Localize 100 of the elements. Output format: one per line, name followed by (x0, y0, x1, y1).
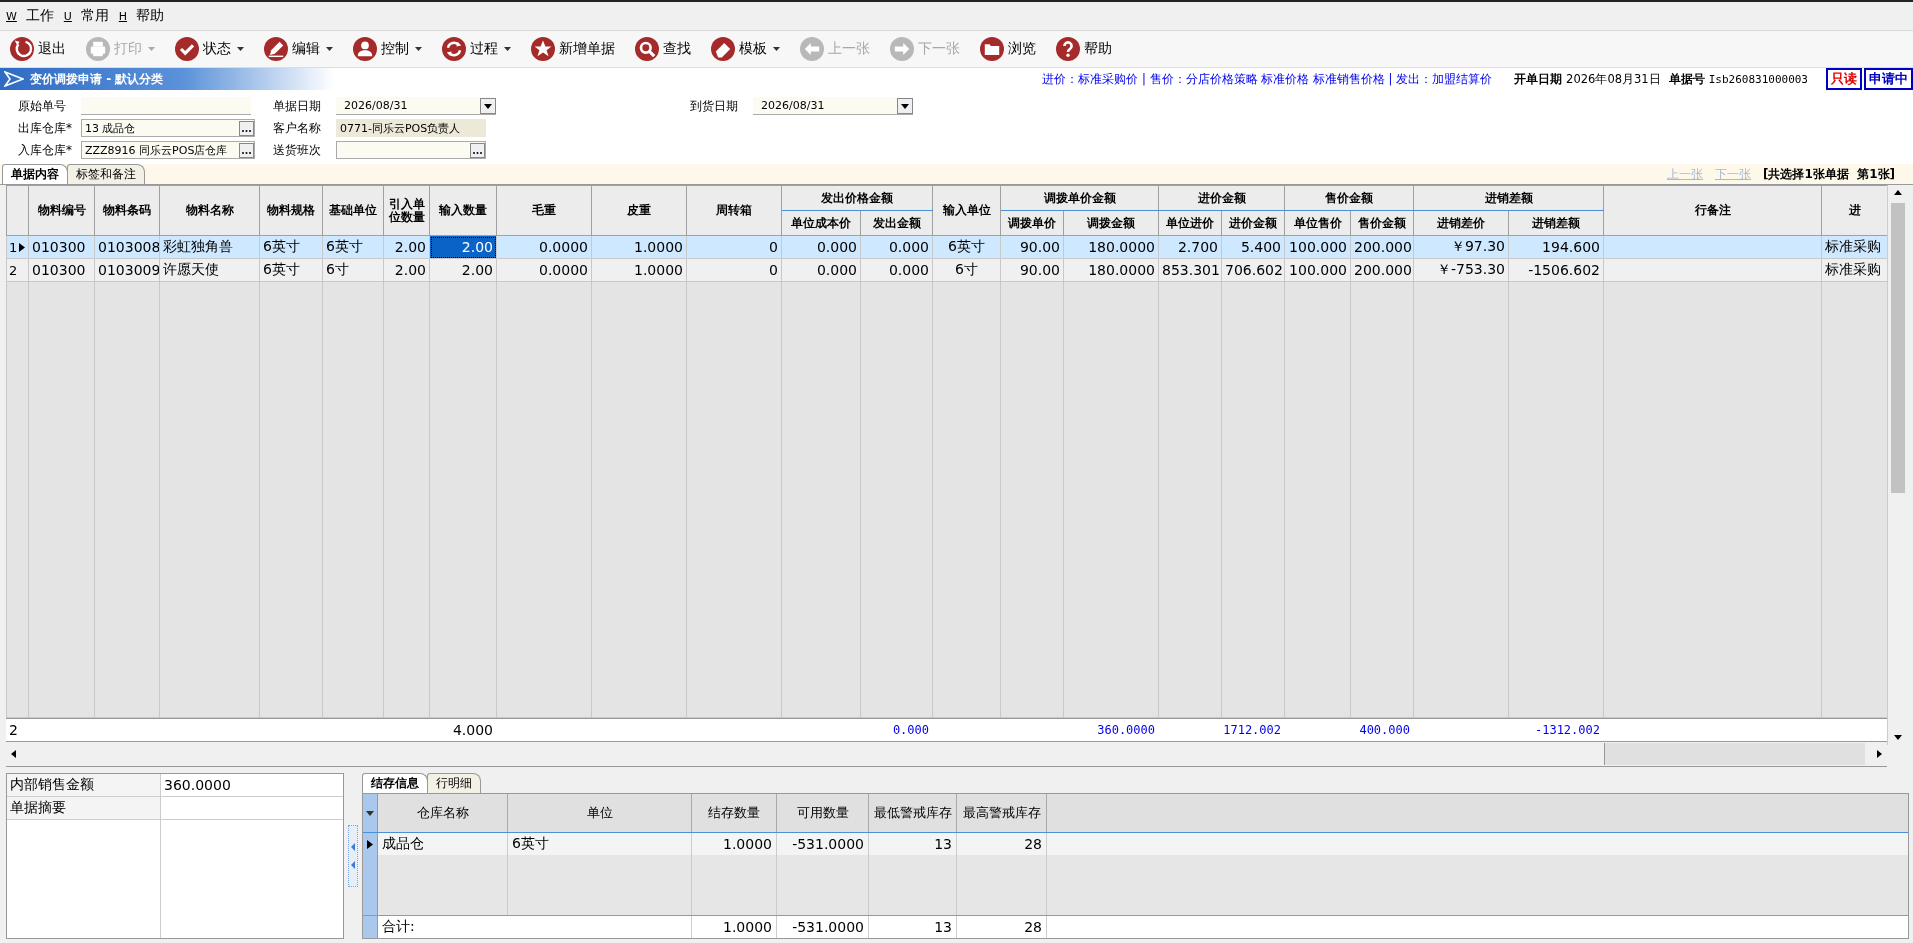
tab[interactable]: 标签和备注 (67, 164, 145, 184)
column-header[interactable]: 周转箱 (686, 185, 782, 236)
toolbar-button[interactable]: 控制 (349, 35, 426, 63)
table-cell: 0.000 (816, 262, 857, 278)
column-header[interactable]: 调拨金额 (1063, 210, 1159, 236)
field-label: 出库仓库* (18, 119, 73, 137)
scroll-right-icon[interactable] (1875, 749, 1883, 759)
caret-icon (773, 47, 780, 51)
table-cell: 2.00 (461, 239, 493, 255)
summary-value: 360.0000 (164, 777, 231, 793)
table-cell: 成品仓 (382, 835, 424, 853)
total-cell: 400.000 (1359, 723, 1410, 738)
column-header[interactable]: 皮重 (591, 185, 687, 236)
table-cell: 706.602 (1225, 262, 1283, 278)
lookup-field[interactable] (336, 141, 486, 159)
toolbar-button[interactable]: 状态 (171, 35, 248, 63)
toolbar-button[interactable]: 查找 (631, 35, 695, 63)
table-cell: 0 (769, 262, 778, 278)
column-header[interactable]: 可用数量 (796, 806, 849, 820)
total-cell: -1312.002 (1534, 723, 1600, 738)
vertical-scrollbar[interactable] (1887, 185, 1907, 745)
row-number: 1 (9, 239, 18, 255)
toolbar-button[interactable]: 新增单据 (527, 35, 619, 63)
column-header[interactable]: 进销差价 (1413, 210, 1509, 236)
column-header[interactable]: 行备注 (1603, 185, 1822, 236)
caret-icon (326, 47, 333, 51)
date-field[interactable]: 2026/08/31 (336, 97, 496, 115)
table-cell: 1.0000 (634, 239, 683, 255)
lookup-field[interactable]: ZZZ8916 同乐云POS店仓库 (81, 141, 255, 159)
dropdown-icon[interactable] (897, 97, 913, 114)
table-cell: 100.000 (1289, 239, 1347, 255)
column-group-header: 调拨单价金额 (1000, 185, 1159, 211)
table-cell: ￥97.30 (1450, 238, 1505, 254)
column-group-header: 进销差额 (1413, 185, 1604, 211)
field-label: 入库仓库* (18, 141, 73, 159)
input-field[interactable] (81, 97, 251, 115)
column-header[interactable]: 结存数量 (708, 806, 760, 820)
column-header[interactable]: 单位 (586, 806, 613, 820)
table-cell: 853.301 (1162, 262, 1220, 278)
column-header[interactable]: 引入单位数量 (383, 185, 430, 236)
table-cell: 90.00 (1019, 239, 1060, 255)
field-label: 到货日期 (690, 97, 739, 115)
date-field[interactable]: 2026/08/31 (753, 97, 913, 115)
doc-number-label: 单据号 (1668, 71, 1705, 87)
table-cell: 标准采购 (1825, 238, 1881, 254)
column-header[interactable]: 输入数量 (429, 185, 497, 236)
column-header[interactable]: 最高警戒库存 (962, 806, 1041, 820)
scroll-up-icon[interactable] (1892, 189, 1903, 197)
scroll-down-icon[interactable] (1892, 733, 1903, 741)
splitter-handle[interactable] (348, 825, 358, 887)
total-cell: 13 (934, 919, 952, 935)
tab[interactable]: 行明细 (427, 773, 481, 793)
field-label: 送货班次 (273, 141, 322, 159)
status-badge: 申请中 (1864, 68, 1913, 90)
table-cell: 2.00 (394, 262, 426, 278)
selection-summary: [共选择1张单据 第1张] (1762, 165, 1895, 183)
ellipsis-icon[interactable] (470, 142, 485, 158)
menu-item[interactable]: U 常用 (63, 7, 109, 25)
total-label: 合计: (382, 918, 415, 936)
toolbar-button[interactable]: 浏览 (976, 35, 1040, 63)
tab[interactable]: 结存信息 (362, 773, 428, 793)
column-header[interactable]: 仓库名称 (416, 806, 469, 820)
toolbar-button[interactable]: 退出 (6, 35, 70, 63)
column-header[interactable]: 进 (1821, 185, 1888, 236)
printer-icon (86, 37, 110, 61)
table-cell: 6英寸 (512, 835, 549, 853)
dropdown-icon[interactable] (480, 97, 496, 114)
lookup-field[interactable]: 13 成品仓 (81, 119, 255, 137)
toolbar-button[interactable]: 帮助 (1052, 35, 1116, 63)
column-header[interactable]: 物料规格 (259, 185, 323, 236)
table-cell: 194.600 (1542, 239, 1600, 255)
ellipsis-icon[interactable] (239, 142, 254, 158)
open-date-label: 开单日期 (1514, 71, 1563, 87)
column-header[interactable]: 物料名称 (159, 185, 260, 236)
exit-icon (10, 37, 34, 61)
column-header[interactable]: 毛重 (496, 185, 592, 236)
caret-icon (415, 47, 422, 51)
dropdown-icon[interactable] (366, 810, 374, 816)
column-header[interactable]: 最低警戒库存 (873, 806, 952, 820)
table-cell: 5.400 (1240, 239, 1281, 255)
tab[interactable]: 单据内容 (2, 164, 68, 184)
ellipsis-icon[interactable] (239, 120, 254, 136)
menu-item[interactable]: H 帮助 (118, 7, 164, 25)
toolbar-button[interactable]: 模板 (707, 35, 784, 63)
column-header[interactable]: 进销差额 (1508, 210, 1604, 236)
total-cell: 28 (1024, 919, 1042, 935)
column-header[interactable]: 基础单位 (322, 185, 384, 236)
toolbar-button[interactable]: 编辑 (260, 35, 337, 63)
toolbar-button[interactable]: 过程 (438, 35, 515, 63)
column-header[interactable]: 输入单位 (932, 185, 1001, 236)
search-icon (635, 37, 659, 61)
column-group-header: 发出价格金额 (781, 185, 933, 211)
table-cell: 6英寸 (326, 238, 363, 254)
column-header[interactable]: 物料编号 (28, 185, 95, 236)
column-group-header: 售价金额 (1284, 185, 1414, 211)
column-header[interactable]: 物料条码 (94, 185, 160, 236)
menu-item[interactable]: W 工作 (6, 7, 54, 25)
table-cell: 0.000 (816, 239, 857, 255)
scroll-left-icon[interactable] (10, 749, 18, 759)
column-group-header: 进价金额 (1158, 185, 1285, 211)
